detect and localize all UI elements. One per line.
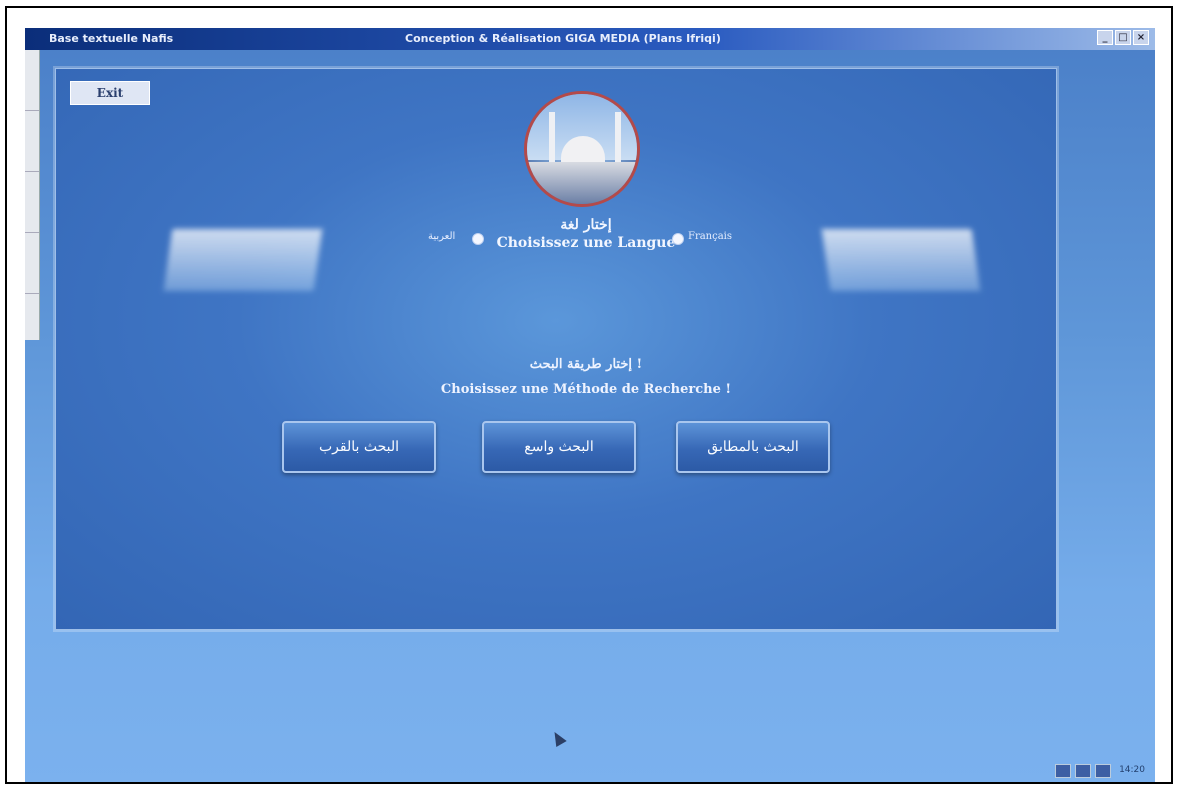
language-radio-arabic[interactable] <box>472 233 484 245</box>
mouse-cursor-icon <box>549 728 567 748</box>
monitor-bezel-left <box>7 8 25 782</box>
window-controls: _ □ × <box>1097 30 1149 45</box>
method-prompt-arabic: إختار طريقة البحث ! <box>529 357 643 372</box>
side-tab-2[interactable] <box>25 111 39 172</box>
mosque-emblem-icon <box>524 91 640 207</box>
search-approximate-button[interactable]: البحث بالقرب <box>282 421 436 473</box>
language-option-french-label: Français <box>688 231 733 242</box>
exit-button[interactable]: Exit <box>70 81 150 105</box>
search-exact-button[interactable]: البحث بالمطابق <box>676 421 830 473</box>
desktop: Base textuelle Nafis Conception & Réalis… <box>25 28 1155 782</box>
method-prompt-french: Choisissez une Méthode de Recherche ! <box>440 382 732 397</box>
minimize-button[interactable]: _ <box>1097 30 1113 45</box>
tray-app-icon[interactable] <box>1095 764 1112 778</box>
window-title: Conception & Réalisation GIGA MEDIA (Pla… <box>405 32 721 45</box>
emblem-base <box>527 162 637 204</box>
language-option-arabic-label: العربية <box>428 231 456 242</box>
method-prompt: إختار طريقة البحث ! Choisissez une Métho… <box>356 357 816 397</box>
maximize-button[interactable]: □ <box>1115 30 1131 45</box>
language-radio-french[interactable] <box>672 233 684 245</box>
app-name: Base textuelle Nafis <box>49 32 174 45</box>
system-tray: 14:20 <box>1055 764 1145 778</box>
side-toolbar <box>25 50 40 340</box>
close-button[interactable]: × <box>1133 30 1149 45</box>
side-tab-3[interactable] <box>25 172 39 233</box>
screen-glare-right <box>821 229 981 291</box>
side-tab-1[interactable] <box>25 50 39 111</box>
search-broad-button[interactable]: البحث واسع <box>482 421 636 473</box>
tray-network-icon[interactable] <box>1055 764 1072 778</box>
main-panel: Exit إختار لغة Choisissez une Langue الع… <box>55 68 1057 630</box>
screen-glare-left <box>163 229 323 291</box>
tray-volume-icon[interactable] <box>1075 764 1092 778</box>
window-titlebar: Base textuelle Nafis Conception & Réalis… <box>25 28 1155 50</box>
side-tab-4[interactable] <box>25 233 39 294</box>
tray-clock: 14:20 <box>1119 765 1145 775</box>
screenshot-frame: Base textuelle Nafis Conception & Réalis… <box>5 6 1173 784</box>
